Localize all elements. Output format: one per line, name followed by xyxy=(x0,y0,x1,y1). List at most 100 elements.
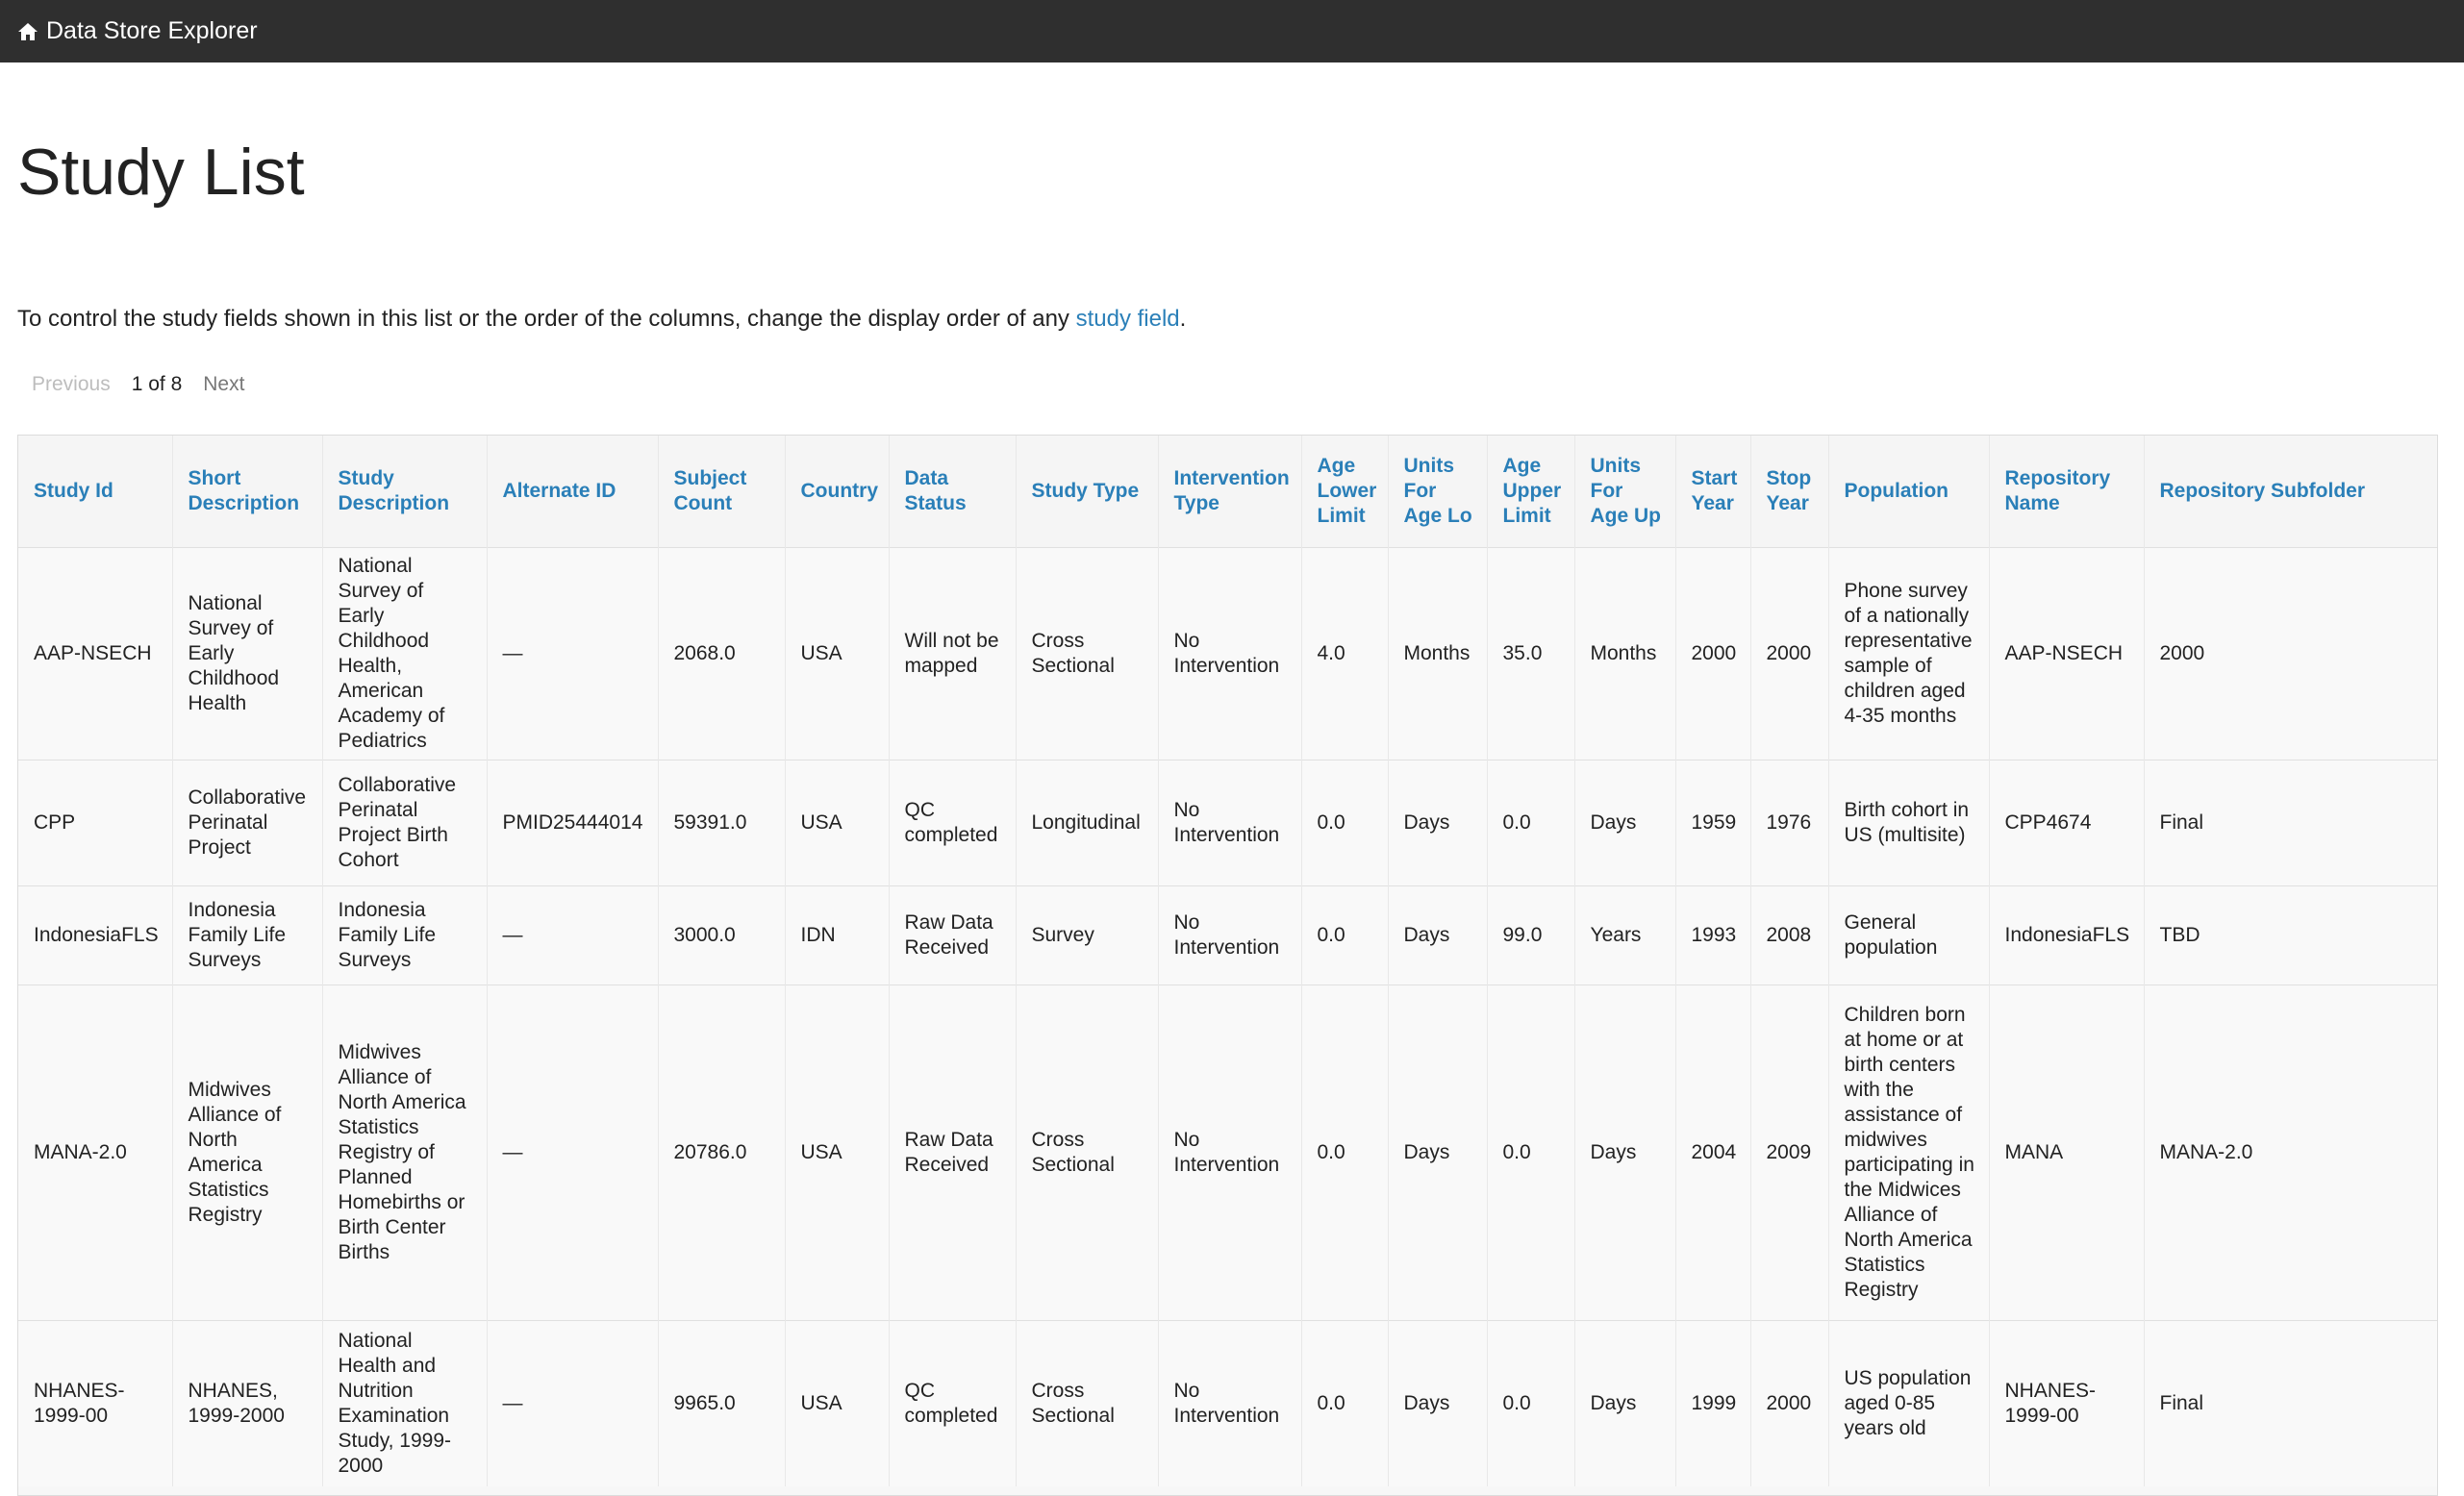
column-header[interactable]: Units For Age Up xyxy=(1573,436,1675,548)
column-header[interactable]: Population xyxy=(1827,436,1989,548)
table-cell: Midwives Alliance of North America Stati… xyxy=(171,985,322,1321)
column-header[interactable]: Age Upper Limit xyxy=(1486,436,1574,548)
column-header[interactable]: Age Lower Limit xyxy=(1300,436,1388,548)
intro-prefix: To control the study fields shown in thi… xyxy=(17,306,1076,332)
top-navbar: Data Store Explorer xyxy=(0,0,2464,62)
column-header[interactable]: Data Status xyxy=(888,436,1016,548)
column-header[interactable]: Study Description xyxy=(321,436,487,548)
table-cell: 1959 xyxy=(1674,760,1750,886)
table-cell: Final xyxy=(2143,760,2437,886)
table-cell: Months xyxy=(1387,547,1487,760)
table-cell: 9965.0 xyxy=(657,1320,785,1486)
table-cell: Years xyxy=(1573,885,1675,985)
table-cell: 0.0 xyxy=(1486,985,1574,1321)
table-cell: Final xyxy=(2143,1320,2437,1486)
column-header[interactable]: Repository Subfolder xyxy=(2143,436,2437,548)
table-cell: QC completed xyxy=(888,760,1016,886)
study-field-link[interactable]: study field xyxy=(1076,306,1180,332)
table-row: MANA-2.0 Midwives Alliance of North Amer… xyxy=(18,985,2437,1321)
table-cell: 59391.0 xyxy=(657,760,785,886)
column-header[interactable]: Short Description xyxy=(171,436,322,548)
table-cell: MANA-2.0 xyxy=(18,985,172,1321)
table-cell: IndonesiaFLS xyxy=(1988,885,2144,985)
column-header[interactable]: Alternate ID xyxy=(486,436,658,548)
table-cell: CPP4674 xyxy=(1988,760,2144,886)
next-button[interactable]: Next xyxy=(203,373,244,396)
table-cell: Longitudinal xyxy=(1015,760,1158,886)
table-cell: Days xyxy=(1387,760,1487,886)
table-cell: USA xyxy=(784,1320,889,1486)
table-cell: Cross Sectional xyxy=(1015,547,1158,760)
table-cell: NHANES-1999-00 xyxy=(18,1320,172,1486)
table-cell: 1993 xyxy=(1674,885,1750,985)
table-cell: 2068.0 xyxy=(657,547,785,760)
table-cell: General population xyxy=(1827,885,1989,985)
table-cell: USA xyxy=(784,760,889,886)
table-cell: Cross Sectional xyxy=(1015,1320,1158,1486)
column-header[interactable]: Study Type xyxy=(1015,436,1158,548)
table-cell: Collaborative Perinatal Project xyxy=(171,760,322,886)
table-cell: Raw Data Received xyxy=(888,985,1016,1321)
column-header[interactable]: Study Id xyxy=(18,436,172,548)
table-cell: National Survey of Early Childhood Healt… xyxy=(321,547,487,760)
table-cell: No Intervention xyxy=(1157,985,1301,1321)
table-cell: AAP-NSECH xyxy=(18,547,172,760)
table-cell: Survey xyxy=(1015,885,1158,985)
page-info: 1 of 8 xyxy=(131,373,183,395)
table-cell: 2004 xyxy=(1674,985,1750,1321)
previous-button[interactable]: Previous xyxy=(32,373,111,396)
table-row: CPP Collaborative Perinatal Project Coll… xyxy=(18,760,2437,886)
column-header[interactable]: Subject Count xyxy=(657,436,785,548)
table-cell: 4.0 xyxy=(1300,547,1388,760)
table-row: IndonesiaFLS Indonesia Family Life Surve… xyxy=(18,885,2437,985)
table-cell: Will not be mapped xyxy=(888,547,1016,760)
table-cell: 0.0 xyxy=(1300,885,1388,985)
page-title: Study List xyxy=(17,136,305,209)
pagination: Previous 1 of 8 Next xyxy=(32,373,244,396)
table-cell: Indonesia Family Life Surveys xyxy=(321,885,487,985)
table-cell: Days xyxy=(1573,1320,1675,1486)
home-icon xyxy=(18,22,38,40)
table-cell: 2000 xyxy=(1749,1320,1828,1486)
column-header[interactable]: Country xyxy=(784,436,889,548)
table-cell: Midwives Alliance of North America Stati… xyxy=(321,985,487,1321)
table-cell: 2000 xyxy=(2143,547,2437,760)
table-cell: National Health and Nutrition Examinatio… xyxy=(321,1320,487,1486)
table-cell: Phone survey of a nationally representat… xyxy=(1827,547,1989,760)
table-header-row: Study Id Short Description Study Descrip… xyxy=(18,436,2437,548)
column-header[interactable]: Intervention Type xyxy=(1157,436,1301,548)
table-cell: US population aged 0-85 years old xyxy=(1827,1320,1989,1486)
table-cell: No Intervention xyxy=(1157,760,1301,886)
table-cell: No Intervention xyxy=(1157,547,1301,760)
table-cell: IndonesiaFLS xyxy=(18,885,172,985)
table-cell: 2008 xyxy=(1749,885,1828,985)
intro-text: To control the study fields shown in thi… xyxy=(17,306,1186,333)
table-cell: Children born at home or at birth center… xyxy=(1827,985,1989,1321)
table-cell: 2000 xyxy=(1749,547,1828,760)
table-cell: MANA xyxy=(1988,985,2144,1321)
table-cell: Days xyxy=(1387,885,1487,985)
table-cell: Days xyxy=(1387,985,1487,1321)
table-cell: IDN xyxy=(784,885,889,985)
table-cell: 20786.0 xyxy=(657,985,785,1321)
table-cell: CPP xyxy=(18,760,172,886)
table-cell: PMID25444014 xyxy=(486,760,658,886)
table-cell: Cross Sectional xyxy=(1015,985,1158,1321)
column-header[interactable]: Units For Age Lo xyxy=(1387,436,1487,548)
table-cell: Birth cohort in US (multisite) xyxy=(1827,760,1989,886)
table-cell: Days xyxy=(1573,985,1675,1321)
table-cell: 3000.0 xyxy=(657,885,785,985)
brand-label: Data Store Explorer xyxy=(46,17,258,44)
table-cell: 0.0 xyxy=(1300,985,1388,1321)
table-cell: Collaborative Perinatal Project Birth Co… xyxy=(321,760,487,886)
brand-link[interactable]: Data Store Explorer xyxy=(17,17,258,45)
table-cell: Days xyxy=(1387,1320,1487,1486)
table-cell: Raw Data Received xyxy=(888,885,1016,985)
study-table-container: Study Id Short Description Study Descrip… xyxy=(17,435,2438,1496)
table-cell: — xyxy=(486,885,658,985)
column-header[interactable]: Start Year xyxy=(1674,436,1750,548)
column-header[interactable]: Repository Name xyxy=(1988,436,2144,548)
study-table: Study Id Short Description Study Descrip… xyxy=(18,436,2437,1486)
column-header[interactable]: Stop Year xyxy=(1749,436,1828,548)
table-cell: 0.0 xyxy=(1486,760,1574,886)
